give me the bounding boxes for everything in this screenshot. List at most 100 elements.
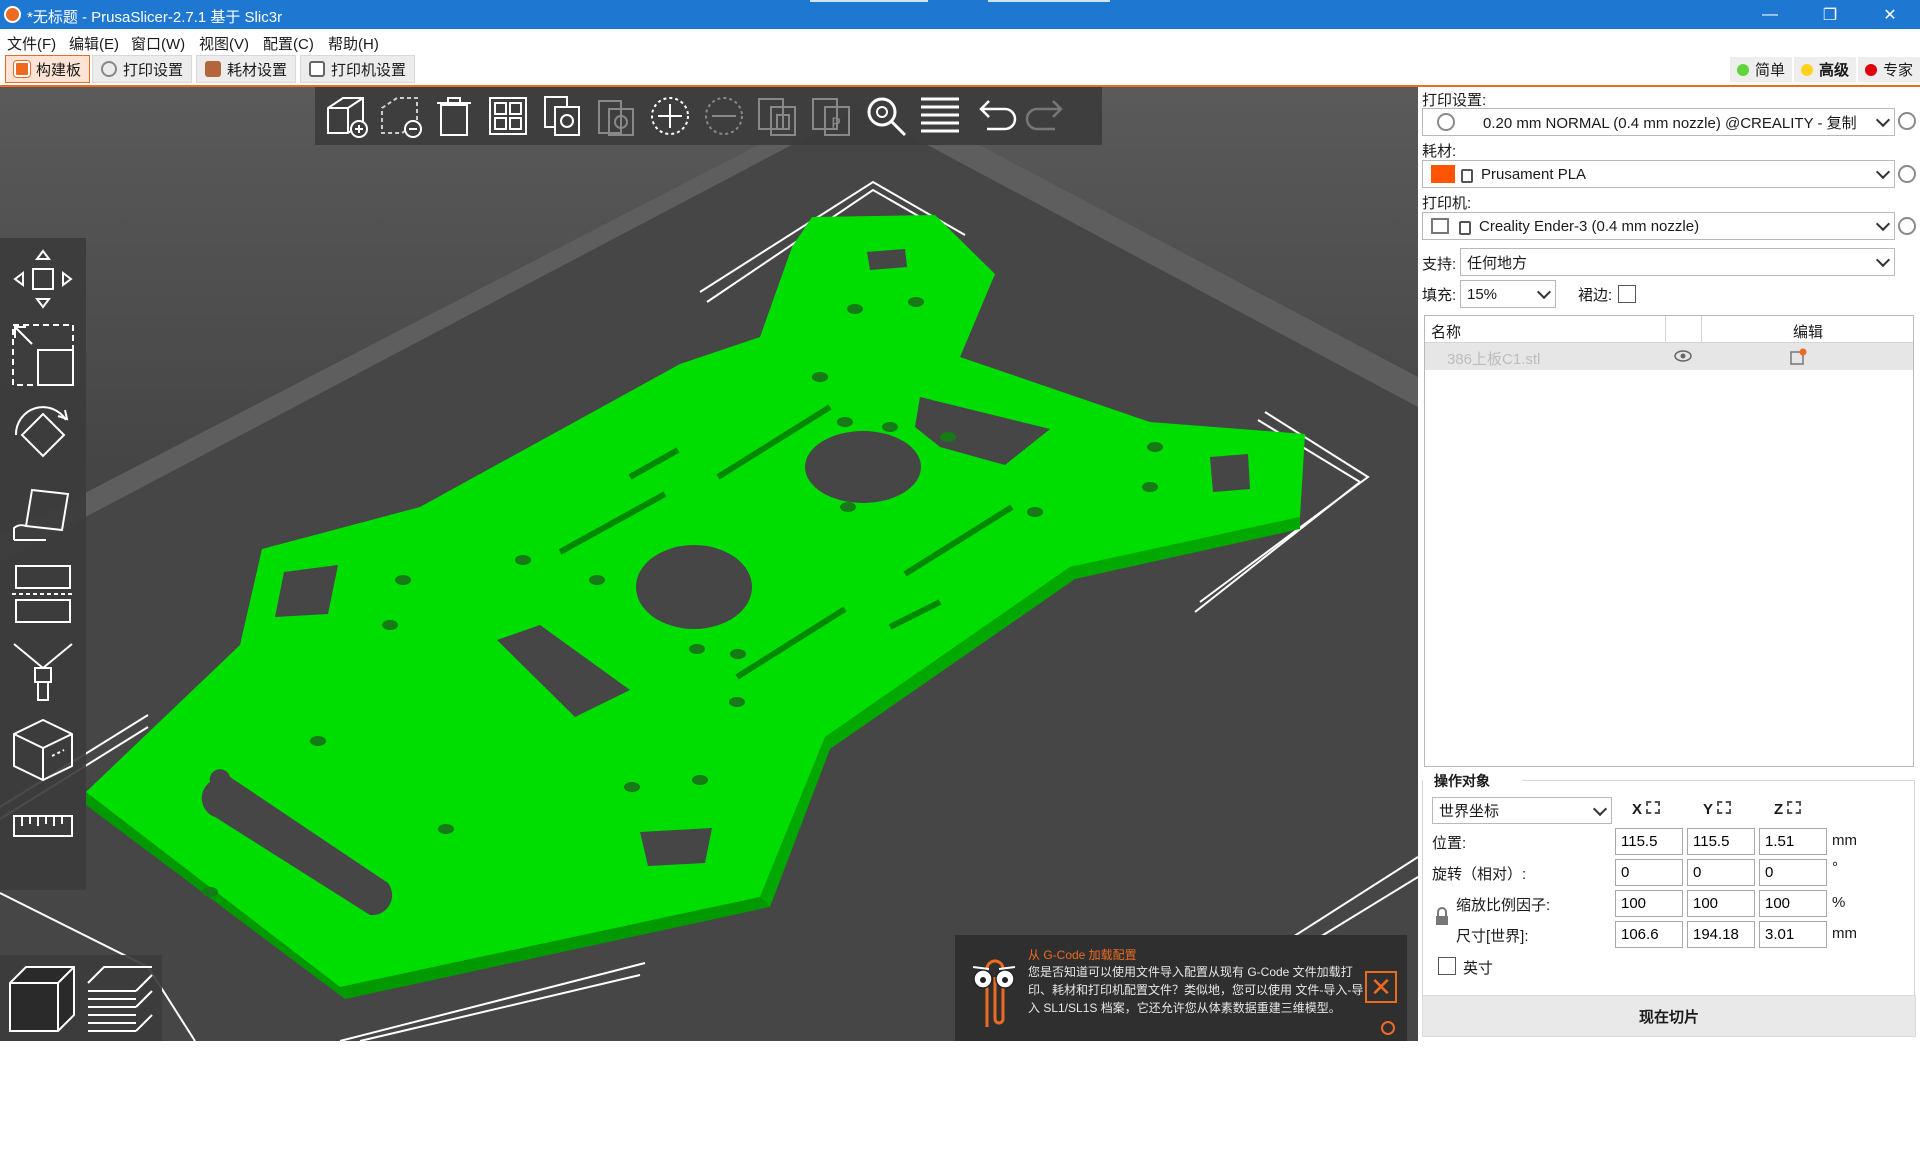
cut-icon bbox=[12, 565, 74, 623]
delete-all-button[interactable] bbox=[427, 89, 481, 143]
rotation-x-input[interactable] bbox=[1615, 859, 1683, 886]
layers-preview-icon bbox=[87, 966, 153, 1032]
printer-combo[interactable]: Creality Ender-3 (0.4 mm nozzle) bbox=[1422, 212, 1895, 240]
axis-x-text: X bbox=[1632, 801, 1643, 818]
coordinate-system-value: 世界坐标 bbox=[1439, 803, 1500, 820]
filament-color-swatch[interactable] bbox=[1431, 165, 1455, 183]
left-toolbar bbox=[0, 238, 86, 890]
measure-tool-button[interactable] bbox=[6, 790, 80, 864]
hollow-tool-button[interactable] bbox=[6, 712, 80, 786]
lock-scale-icon[interactable] bbox=[1434, 907, 1450, 927]
inches-checkbox[interactable] bbox=[1438, 957, 1456, 975]
column-name[interactable]: 名称 bbox=[1431, 321, 1461, 342]
scale-z-input[interactable] bbox=[1759, 890, 1827, 917]
menu-configuration[interactable]: 配置(C) bbox=[263, 33, 314, 54]
printer-settings-gear-icon[interactable] bbox=[1898, 217, 1916, 235]
menu-help[interactable]: 帮助(H) bbox=[328, 33, 379, 54]
notification-settings-icon[interactable] bbox=[1381, 1021, 1395, 1035]
support-label: 支持: bbox=[1422, 256, 1457, 273]
menu-edit[interactable]: 编辑(E) bbox=[69, 33, 119, 54]
section-divider bbox=[1422, 780, 1423, 1004]
supports-paint-button[interactable] bbox=[6, 634, 80, 708]
filament-settings-gear-icon[interactable] bbox=[1898, 165, 1916, 183]
print-profile-combo[interactable]: 0.20 mm NORMAL (0.4 mm nozzle) @CREALITY… bbox=[1422, 108, 1895, 136]
search-button[interactable] bbox=[859, 89, 913, 143]
drop-to-bed-icon[interactable] bbox=[1787, 801, 1802, 814]
printer-icon bbox=[1431, 218, 1449, 234]
split-objects-button[interactable] bbox=[751, 89, 805, 143]
place-on-face-icon bbox=[13, 488, 70, 541]
rotate-icon bbox=[14, 406, 69, 458]
copy-button[interactable] bbox=[535, 89, 589, 143]
menu-file[interactable]: 文件(F) bbox=[7, 33, 56, 54]
size-unit: mm bbox=[1832, 925, 1857, 942]
size-label: 尺寸[世界]: bbox=[1456, 928, 1529, 945]
scale-tool-button[interactable] bbox=[6, 318, 80, 392]
arrange-button[interactable] bbox=[481, 89, 535, 143]
mode-expert-button[interactable]: 专家 bbox=[1858, 57, 1920, 82]
brim-checkbox[interactable] bbox=[1618, 285, 1636, 303]
tab-plater[interactable]: 构建板 bbox=[5, 55, 91, 83]
3d-scene[interactable] bbox=[0, 87, 1418, 1041]
lock-icon bbox=[1459, 221, 1471, 235]
object-row[interactable]: 386上板C1.stl bbox=[1425, 343, 1913, 370]
place-on-face-button[interactable] bbox=[6, 478, 80, 552]
remove-instance-button[interactable] bbox=[697, 89, 751, 143]
chevron-down-icon bbox=[1875, 112, 1891, 128]
ruler-icon bbox=[13, 815, 73, 837]
position-y-input[interactable] bbox=[1687, 828, 1755, 855]
position-z-input[interactable] bbox=[1759, 828, 1827, 855]
redo-button[interactable] bbox=[1021, 89, 1075, 143]
maximize-button[interactable]: ❐ bbox=[1800, 0, 1860, 29]
cut-tool-button[interactable] bbox=[6, 556, 80, 630]
delete-object-button[interactable] bbox=[373, 89, 427, 143]
size-y-input[interactable] bbox=[1687, 921, 1755, 948]
tab-printer-settings[interactable]: 打印机设置 bbox=[300, 55, 416, 83]
infill-combo[interactable]: 15% bbox=[1460, 280, 1556, 308]
undo-button[interactable] bbox=[967, 89, 1021, 143]
minimize-button[interactable]: — bbox=[1740, 0, 1800, 29]
print-settings-gear-icon[interactable] bbox=[1898, 112, 1916, 130]
rotation-z-input[interactable] bbox=[1759, 859, 1827, 886]
notification-close-button[interactable]: ✕ bbox=[1365, 971, 1397, 1003]
tab-filament-settings[interactable]: 耗材设置 bbox=[196, 55, 297, 83]
cube-icon bbox=[13, 718, 73, 782]
mode-simple-button[interactable]: 简单 bbox=[1730, 57, 1793, 82]
drop-to-bed-icon[interactable] bbox=[1716, 801, 1731, 814]
add-object-button[interactable] bbox=[319, 89, 373, 143]
filament-combo[interactable]: Prusament PLA bbox=[1422, 160, 1895, 188]
edit-object-icon[interactable] bbox=[1789, 348, 1807, 366]
position-x-input[interactable] bbox=[1615, 828, 1683, 855]
preview-button[interactable] bbox=[84, 961, 156, 1039]
axis-y-text: Y bbox=[1703, 801, 1713, 818]
support-combo[interactable]: 任何地方 bbox=[1460, 248, 1895, 276]
split-parts-button[interactable]: P bbox=[805, 89, 859, 143]
menu-window[interactable]: 窗口(W) bbox=[131, 33, 185, 54]
eye-icon[interactable] bbox=[1674, 350, 1692, 362]
filament-label: 耗材: bbox=[1422, 143, 1457, 160]
rotate-tool-button[interactable] bbox=[6, 398, 80, 472]
infill-value: 15% bbox=[1467, 285, 1498, 303]
menu-view[interactable]: 视图(V) bbox=[199, 33, 249, 54]
scale-y-input[interactable] bbox=[1687, 890, 1755, 917]
column-edit[interactable]: 编辑 bbox=[1793, 321, 1823, 342]
3d-view-button[interactable] bbox=[6, 961, 78, 1039]
close-button[interactable]: ✕ bbox=[1860, 0, 1920, 29]
tab-print-settings[interactable]: 打印设置 bbox=[92, 55, 193, 83]
size-z-input[interactable] bbox=[1759, 921, 1827, 948]
mode-advanced-button[interactable]: 高级 bbox=[1794, 57, 1857, 82]
drop-to-bed-icon[interactable] bbox=[1646, 801, 1661, 814]
3d-viewport[interactable]: P 从 G-Code 加载配置 您是否知道可以使用文件导入配置从现有 G-Cod… bbox=[0, 87, 1418, 1041]
layer-editing-button[interactable] bbox=[913, 89, 967, 143]
slice-now-button[interactable]: 现在切片 bbox=[1422, 995, 1916, 1037]
rotation-y-input[interactable] bbox=[1687, 859, 1755, 886]
scale-x-input[interactable] bbox=[1615, 890, 1683, 917]
move-tool-button[interactable] bbox=[6, 242, 80, 316]
add-instance-button[interactable] bbox=[643, 89, 697, 143]
spool-icon bbox=[205, 61, 221, 77]
gear-icon bbox=[101, 61, 117, 77]
notification-title[interactable]: 从 G-Code 加载配置 bbox=[1028, 946, 1137, 963]
size-x-input[interactable] bbox=[1615, 921, 1683, 948]
paste-button[interactable] bbox=[589, 89, 643, 143]
coordinate-system-combo[interactable]: 世界坐标 bbox=[1432, 797, 1612, 824]
